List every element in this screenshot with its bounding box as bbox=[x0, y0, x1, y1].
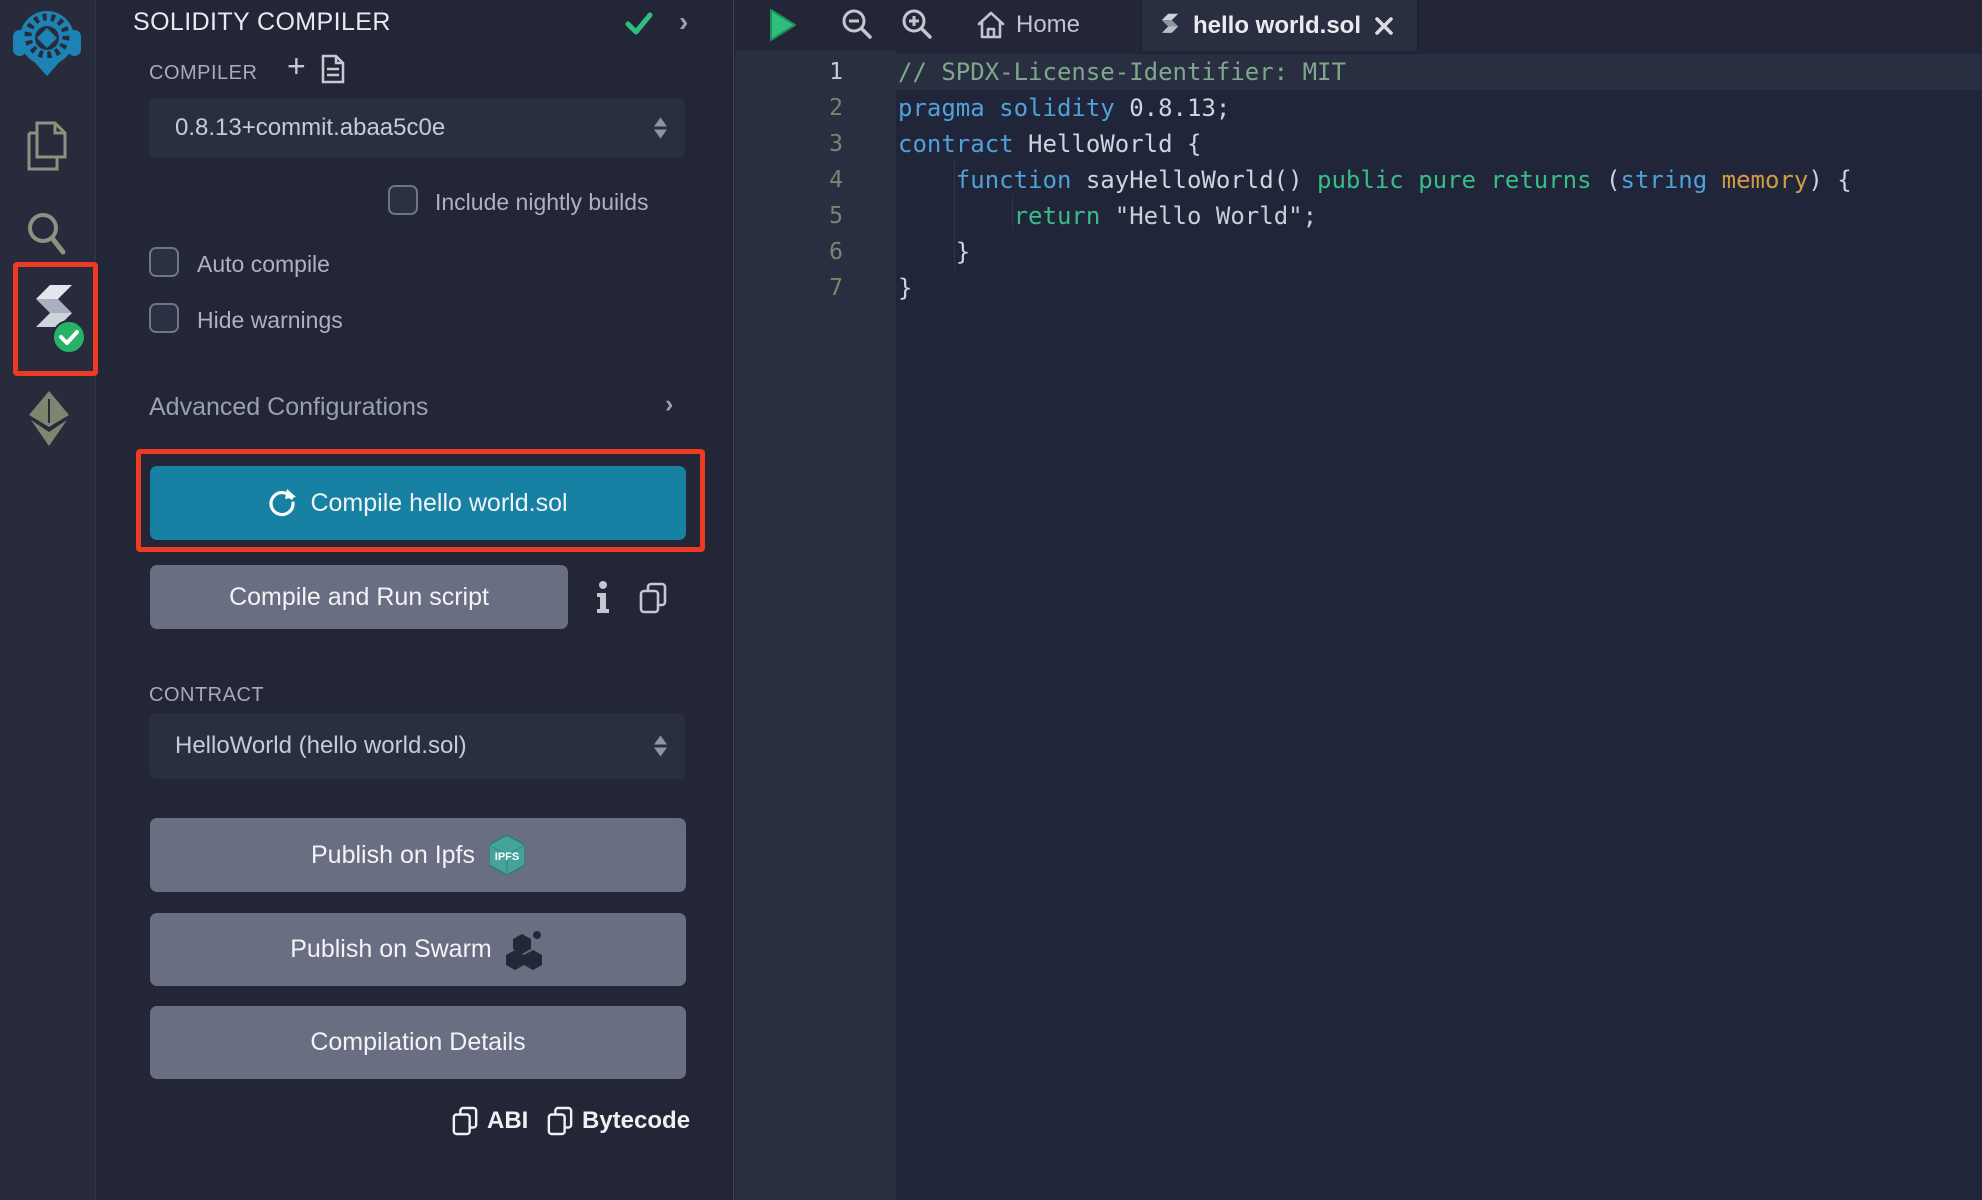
home-tab-label: Home bbox=[1016, 11, 1080, 39]
line-number: 5 bbox=[735, 198, 843, 234]
file-explorer-button[interactable] bbox=[24, 120, 70, 172]
code-line: 6 } bbox=[735, 234, 1982, 270]
file-icon bbox=[321, 54, 345, 84]
tab-hello-world-sol[interactable]: hello world.sol bbox=[1141, 0, 1418, 51]
code-line: 7} bbox=[735, 270, 1982, 306]
publish-swarm-button[interactable]: Publish on Swarm bbox=[150, 913, 686, 986]
search-button[interactable] bbox=[24, 210, 70, 258]
code-line-text: } bbox=[898, 234, 1982, 270]
contract-select[interactable]: HelloWorld (hello world.sol) bbox=[149, 713, 685, 779]
code-line-text: contract HelloWorld { bbox=[898, 126, 1982, 162]
solidity-file-icon bbox=[1160, 12, 1180, 40]
code-editor[interactable]: 1 // SPDX-License-Identifier: MIT 2 pragma … bbox=[735, 54, 1982, 654]
line-number: 2 bbox=[735, 90, 843, 126]
compile-run-copy-icon[interactable] bbox=[639, 582, 667, 614]
svg-text:IPFS: IPFS bbox=[495, 851, 519, 863]
line-number: 7 bbox=[735, 270, 843, 306]
search-icon bbox=[25, 211, 69, 257]
swarm-icon bbox=[506, 930, 546, 970]
compilation-details-button[interactable]: Compilation Details bbox=[150, 1006, 686, 1079]
code-line-text: } bbox=[898, 270, 1982, 306]
compile-and-run-label: Compile and Run script bbox=[229, 583, 489, 612]
compile-and-run-button[interactable]: Compile and Run script bbox=[150, 565, 568, 629]
code-line: 4 function sayHelloWorld() public pure r… bbox=[735, 162, 1982, 198]
zoom-out-icon bbox=[841, 8, 873, 40]
ethereum-icon bbox=[27, 389, 71, 447]
copy-bytecode-button[interactable]: Bytecode bbox=[547, 1106, 690, 1136]
auto-compile-label: Auto compile bbox=[197, 251, 330, 278]
zoom-in-button[interactable] bbox=[901, 8, 933, 40]
contract-select-value: HelloWorld (hello world.sol) bbox=[175, 732, 467, 760]
files-icon bbox=[25, 121, 69, 171]
close-tab-icon[interactable] bbox=[1374, 16, 1394, 36]
code-line: 5 return "Hello World"; bbox=[735, 198, 1982, 234]
advanced-configurations-header[interactable]: Advanced Configurations bbox=[149, 393, 428, 422]
copy-icon bbox=[547, 1106, 573, 1136]
contract-section-label: CONTRACT bbox=[149, 684, 264, 707]
abi-label: ABI bbox=[487, 1107, 528, 1135]
panel-title: SOLIDITY COMPILER bbox=[133, 8, 391, 37]
bytecode-label: Bytecode bbox=[582, 1107, 690, 1135]
active-tab-label: hello world.sol bbox=[1193, 12, 1361, 40]
hide-warnings-label: Hide warnings bbox=[197, 307, 343, 334]
publish-swarm-label: Publish on Swarm bbox=[290, 935, 491, 964]
code-line: 2 pragma solidity 0.8.13; bbox=[735, 90, 1982, 126]
compiler-version-value: 0.8.13+commit.abaa5c0e bbox=[175, 114, 445, 142]
compiler-success-badge bbox=[52, 320, 86, 354]
zoom-in-icon bbox=[901, 8, 933, 40]
publish-ipfs-button[interactable]: Publish on Ipfs IPFS bbox=[150, 818, 686, 892]
solidity-compiler-panel: SOLIDITY COMPILER › COMPILER + 0.8.13+co… bbox=[97, 0, 734, 1200]
compiler-section-label: COMPILER bbox=[149, 62, 257, 85]
refresh-icon bbox=[268, 489, 296, 517]
zoom-out-button[interactable] bbox=[841, 8, 873, 40]
ipfs-icon: IPFS bbox=[489, 835, 525, 875]
compiler-config-file-button[interactable] bbox=[321, 54, 345, 84]
line-number: 1 bbox=[735, 54, 843, 90]
select-sorter-icon bbox=[654, 118, 667, 139]
compile-success-check-icon bbox=[625, 12, 653, 36]
hide-warnings-checkbox[interactable] bbox=[149, 303, 179, 333]
auto-compile-checkbox[interactable] bbox=[149, 247, 179, 277]
code-line-text: pragma solidity 0.8.13; bbox=[898, 90, 1982, 126]
home-icon bbox=[977, 11, 1005, 39]
advanced-configurations-chevron[interactable]: › bbox=[665, 392, 673, 417]
line-number: 6 bbox=[735, 234, 843, 270]
deploy-and-run-button[interactable] bbox=[26, 388, 72, 448]
copy-icon bbox=[452, 1106, 478, 1136]
code-line-text: return "Hello World"; bbox=[898, 198, 1982, 234]
remix-logo[interactable] bbox=[12, 6, 82, 76]
line-number: 3 bbox=[735, 126, 843, 162]
plugin-icon-bar bbox=[0, 0, 96, 1200]
compiler-version-select[interactable]: 0.8.13+commit.abaa5c0e bbox=[149, 98, 685, 158]
add-compiler-version-button[interactable]: + bbox=[287, 48, 306, 85]
code-line: 3 contract HelloWorld { bbox=[735, 126, 1982, 162]
code-line: 1 // SPDX-License-Identifier: MIT bbox=[735, 54, 1982, 90]
nightly-builds-label: Include nightly builds bbox=[435, 189, 649, 216]
nightly-builds-checkbox[interactable] bbox=[388, 185, 418, 215]
code-line-text: // SPDX-License-Identifier: MIT bbox=[898, 54, 1982, 90]
copy-abi-button[interactable]: ABI bbox=[452, 1106, 528, 1136]
code-line-text: function sayHelloWorld() public pure ret… bbox=[898, 162, 1982, 198]
select-sorter-icon bbox=[654, 736, 667, 757]
line-number: 4 bbox=[735, 162, 843, 198]
remix-logo-icon bbox=[13, 6, 81, 76]
play-icon bbox=[769, 9, 797, 41]
run-script-play-button[interactable] bbox=[769, 9, 797, 41]
compile-button[interactable]: Compile hello world.sol bbox=[150, 466, 686, 540]
compile-button-label: Compile hello world.sol bbox=[310, 489, 567, 518]
panel-collapse-chevron[interactable]: › bbox=[679, 8, 688, 36]
tab-home[interactable]: Home bbox=[977, 0, 1080, 50]
compilation-details-label: Compilation Details bbox=[310, 1028, 525, 1057]
publish-ipfs-label: Publish on Ipfs bbox=[311, 841, 475, 870]
compile-run-info-icon[interactable] bbox=[595, 580, 611, 614]
